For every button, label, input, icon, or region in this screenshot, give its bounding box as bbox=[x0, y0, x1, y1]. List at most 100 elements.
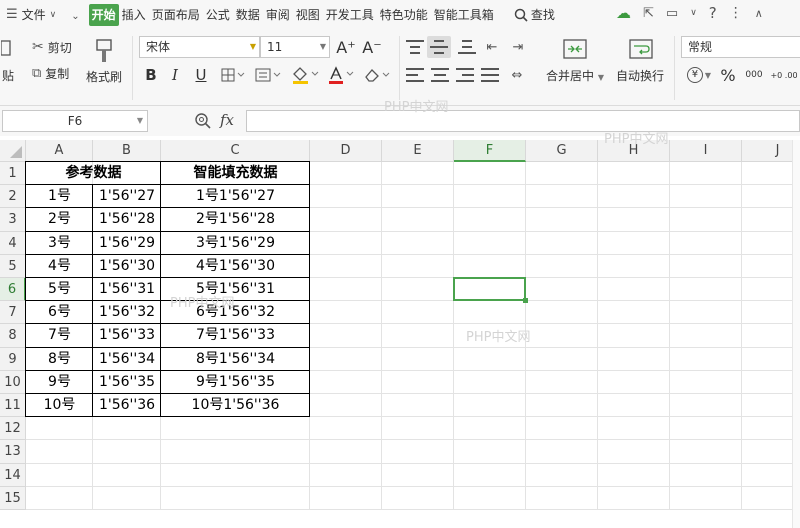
align-top-button[interactable] bbox=[406, 40, 424, 54]
number-format-dropdown[interactable]: 常规 bbox=[681, 36, 800, 58]
layout-icon[interactable]: ▭ bbox=[666, 6, 678, 21]
table-cell[interactable]: 3号1'56''29 bbox=[161, 232, 310, 255]
collapse-ribbon-icon[interactable]: ∧ bbox=[755, 7, 763, 20]
table-cell[interactable]: 1'56''28 bbox=[93, 208, 161, 231]
paste-button[interactable] bbox=[0, 36, 14, 60]
table-cell[interactable]: 1号 bbox=[26, 185, 93, 208]
row-header-9[interactable]: 9 bbox=[0, 347, 26, 371]
increase-font-button[interactable]: A⁺ bbox=[336, 36, 356, 58]
table-cell[interactable]: 8号1'56''34 bbox=[161, 348, 310, 371]
fill-color-button[interactable] bbox=[290, 64, 320, 86]
table-cell[interactable]: 1'56''35 bbox=[93, 371, 161, 394]
merge-center-button[interactable] bbox=[560, 36, 590, 62]
font-size-dropdown[interactable]: 11 ▼ bbox=[260, 36, 330, 58]
fill-handle[interactable] bbox=[523, 298, 528, 304]
row-header-8[interactable]: 8 bbox=[0, 324, 26, 348]
table-cell[interactable]: 1'56''32 bbox=[93, 301, 161, 324]
more-icon[interactable]: ⋮ bbox=[729, 5, 743, 21]
align-center-button[interactable] bbox=[431, 68, 449, 82]
row-header-15[interactable]: 15 bbox=[0, 486, 26, 510]
row-header-14[interactable]: 14 bbox=[0, 463, 26, 487]
insert-function-button[interactable]: fx bbox=[220, 111, 234, 129]
tab-developer[interactable]: 开发工具 bbox=[323, 4, 377, 26]
font-color-button[interactable] bbox=[326, 64, 356, 86]
cell-style-button[interactable] bbox=[254, 64, 282, 86]
table-header-smart-fill[interactable]: 智能填充数据 bbox=[161, 162, 310, 185]
table-cell[interactable]: 1'56''29 bbox=[93, 232, 161, 255]
row-header-11[interactable]: 11 bbox=[0, 394, 26, 418]
share-icon[interactable]: ⇱ bbox=[643, 6, 654, 21]
table-cell[interactable]: 1'56''30 bbox=[93, 255, 161, 278]
column-header-d[interactable]: D bbox=[310, 140, 382, 162]
table-cell[interactable]: 6号 bbox=[26, 301, 93, 324]
font-name-dropdown[interactable]: 宋体 ▼ bbox=[139, 36, 260, 58]
quick-access-dropdown[interactable]: ⌄ bbox=[68, 4, 82, 26]
wrap-text-button[interactable] bbox=[626, 36, 656, 62]
row-header-4[interactable]: 4 bbox=[0, 231, 26, 255]
outdent-button[interactable]: ⇤ bbox=[482, 38, 502, 56]
spreadsheet-grid[interactable]: ABCDEFGHIJ 1 2 3 4 5 6 7 8 9 10 11 12 13 14 15 参考数据 智能填… bbox=[0, 136, 800, 528]
table-cell[interactable]: 10号1'56''36 bbox=[161, 394, 310, 417]
table-cell[interactable]: 5号 bbox=[26, 278, 93, 301]
selected-cell-outline[interactable] bbox=[453, 277, 526, 302]
cut-button[interactable]: ✂ 剪切 bbox=[32, 38, 72, 56]
underline-button[interactable]: U bbox=[192, 64, 210, 86]
distributed-align-button[interactable]: ⇔ bbox=[506, 64, 528, 86]
search-button[interactable]: 查找 bbox=[511, 4, 558, 26]
name-box[interactable]: F6 ▼ bbox=[2, 110, 148, 132]
decrease-font-button[interactable]: A⁻ bbox=[362, 36, 382, 58]
column-header-c[interactable]: C bbox=[161, 140, 310, 162]
justify-button[interactable] bbox=[481, 68, 499, 82]
select-all-corner[interactable] bbox=[0, 140, 26, 162]
align-left-button[interactable] bbox=[406, 68, 424, 82]
chevron-down-icon[interactable]: ∨ bbox=[690, 8, 697, 18]
table-cell[interactable]: 2号 bbox=[26, 208, 93, 231]
row-header-13[interactable]: 13 bbox=[0, 440, 26, 464]
table-cell[interactable]: 1号1'56''27 bbox=[161, 185, 310, 208]
table-cell[interactable]: 4号1'56''30 bbox=[161, 255, 310, 278]
table-cell[interactable]: 1'56''33 bbox=[93, 324, 161, 347]
tab-data[interactable]: 数据 bbox=[233, 4, 263, 26]
bold-button[interactable]: B bbox=[142, 64, 160, 86]
tab-formulas[interactable]: 公式 bbox=[203, 4, 233, 26]
clear-format-button[interactable] bbox=[362, 64, 392, 86]
tab-review[interactable]: 审阅 bbox=[263, 4, 293, 26]
merge-center-label[interactable]: 合并居中 ▼ bbox=[546, 67, 604, 84]
column-header-a[interactable]: A bbox=[26, 140, 93, 162]
percent-button[interactable]: % bbox=[718, 64, 738, 86]
currency-button[interactable]: ¥ ▼ bbox=[684, 64, 714, 86]
thousands-separator-button[interactable]: 000 bbox=[742, 66, 766, 84]
zoom-formula-button[interactable] bbox=[194, 112, 212, 130]
row-header-2[interactable]: 2 bbox=[0, 185, 26, 209]
tab-smart-toolbox[interactable]: 智能工具箱 bbox=[431, 4, 497, 26]
italic-button[interactable]: I bbox=[166, 64, 184, 86]
table-cell[interactable]: 2号1'56''28 bbox=[161, 208, 310, 231]
tab-view[interactable]: 视图 bbox=[293, 4, 323, 26]
format-painter-button[interactable] bbox=[92, 36, 116, 66]
table-cell[interactable]: 7号 bbox=[26, 324, 93, 347]
row-header-6[interactable]: 6 bbox=[0, 278, 26, 302]
table-cell[interactable]: 1'56''31 bbox=[93, 278, 161, 301]
table-cell[interactable]: 9号1'56''35 bbox=[161, 371, 310, 394]
increase-decimal-button[interactable]: +0 .00 bbox=[770, 64, 798, 86]
tab-page-layout[interactable]: 页面布局 bbox=[149, 4, 203, 26]
align-bottom-button[interactable] bbox=[458, 40, 476, 54]
table-cell[interactable]: 4号 bbox=[26, 255, 93, 278]
help-icon[interactable]: ? bbox=[709, 4, 717, 22]
table-cell[interactable]: 8号 bbox=[26, 348, 93, 371]
vertical-scrollbar[interactable] bbox=[792, 140, 800, 528]
row-header-7[interactable]: 7 bbox=[0, 301, 26, 325]
table-cell[interactable]: 10号 bbox=[26, 394, 93, 417]
row-header-10[interactable]: 10 bbox=[0, 370, 26, 394]
column-header-i[interactable]: I bbox=[670, 140, 742, 162]
formula-input[interactable] bbox=[246, 110, 800, 132]
table-cell[interactable]: 1'56''34 bbox=[93, 348, 161, 371]
table-cell[interactable]: 7号1'56''33 bbox=[161, 324, 310, 347]
table-cell[interactable]: 9号 bbox=[26, 371, 93, 394]
align-right-button[interactable] bbox=[456, 68, 474, 82]
tab-special-features[interactable]: 特色功能 bbox=[377, 4, 431, 26]
column-header-f[interactable]: F bbox=[454, 140, 526, 162]
column-header-g[interactable]: G bbox=[526, 140, 598, 162]
column-header-e[interactable]: E bbox=[382, 140, 454, 162]
tab-home[interactable]: 开始 bbox=[88, 4, 119, 26]
